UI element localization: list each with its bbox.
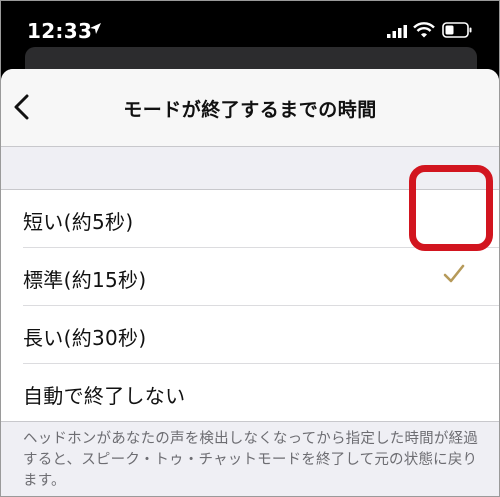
option-label: 標準(約15秒) xyxy=(23,268,147,292)
status-time: 12:33 xyxy=(27,19,93,43)
wifi-icon xyxy=(413,22,435,38)
cellular-signal-icon xyxy=(387,25,407,38)
settings-sheet: モードが終了するまでの時間 短い(約5秒) 標準(約15秒) 長い(約30秒) … xyxy=(1,69,499,496)
option-standard[interactable]: 標準(約15秒) xyxy=(1,248,499,306)
checkmark-icon xyxy=(443,264,465,283)
battery-icon xyxy=(442,22,472,38)
option-long[interactable]: 長い(約30秒) xyxy=(1,306,499,364)
option-label: 短い(約5秒) xyxy=(23,210,134,234)
row-divider xyxy=(1,421,499,422)
page-title: モードが終了するまでの時間 xyxy=(123,99,377,121)
footer-description: ヘッドホンがあなたの声を検出しなくなってから指定した時間が経過すると、スピーク・… xyxy=(23,431,478,489)
highlight-annotation xyxy=(409,165,493,251)
phone-screen: 12:33 モードが終了するまでの時間 短い(約5秒) 標準(約15秒) 長い(… xyxy=(0,0,500,497)
navigation-bar: モードが終了するまでの時間 xyxy=(1,69,499,147)
option-label: 自動で終了しない xyxy=(23,384,186,408)
option-never[interactable]: 自動で終了しない xyxy=(1,364,499,422)
option-label: 長い(約30秒) xyxy=(23,326,147,350)
location-arrow-icon xyxy=(90,23,101,34)
